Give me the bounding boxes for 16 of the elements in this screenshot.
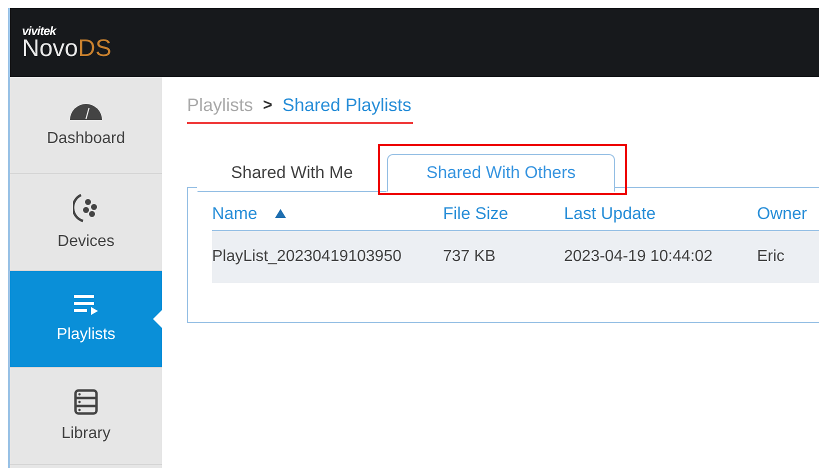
breadcrumb-separator: >: [263, 96, 272, 114]
breadcrumb-current: Shared Playlists: [282, 95, 412, 116]
table-cell: PlayList_20230419103950: [212, 231, 443, 283]
sidebar-item[interactable]: Playlists: [10, 271, 162, 368]
gauge-icon: [69, 102, 103, 120]
selection-pointer: [153, 310, 162, 328]
film-reel-icon: [73, 193, 99, 223]
logo-brand: vivitek: [22, 24, 58, 36]
tab[interactable]: Shared With Others: [387, 154, 615, 192]
table-cell: Eric: [757, 231, 819, 283]
table-cell: 2023-04-19 10:44:02: [564, 231, 757, 283]
table-cell: 737 KB: [443, 231, 564, 283]
playlist-icon: [73, 294, 99, 316]
storage-icon: [74, 389, 98, 415]
logo-name: NovoDS: [22, 36, 112, 60]
breadcrumb-link[interactable]: Playlists: [187, 95, 254, 116]
